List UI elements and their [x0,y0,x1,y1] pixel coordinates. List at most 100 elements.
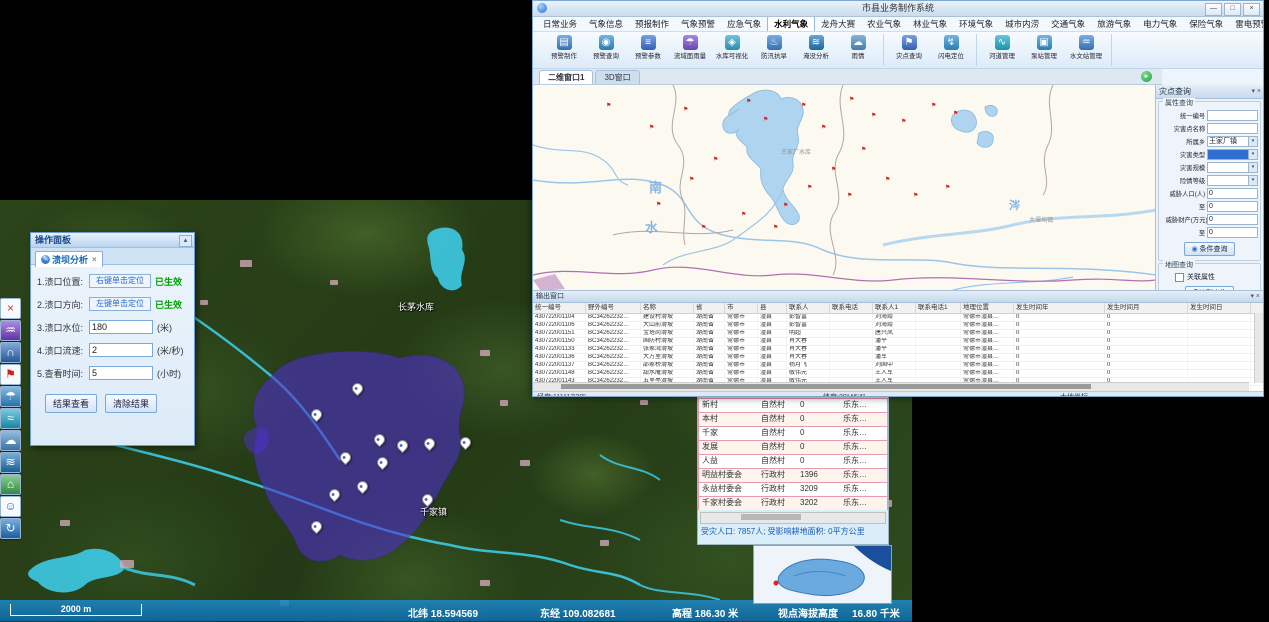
menu-item-气象预警[interactable]: 气象预警 [675,17,721,31]
village-stats-panel[interactable]: 受灾村庄 新村自然村0乐东…本村自然村0乐东…千家自然村0乐东…发展自然村0乐东… [697,385,889,545]
disaster-point-marker[interactable]: ⚑ [831,167,836,173]
toolbar-button-泵站管理[interactable]: ▣泵站管理 [1023,34,1065,66]
field-input-至[interactable]: 0 [1207,227,1258,238]
field-select-灾害类型[interactable]: ▾ [1207,149,1258,160]
field-input-威胁人口(人)[interactable]: 0 [1207,188,1258,199]
table-row[interactable]: 430722001136BC34262232…大方里滑坡湖南省常德市澧县肖大春潘… [533,354,1263,362]
disaster-point-marker[interactable]: ⚑ [773,225,778,231]
waves-icon[interactable]: ≋ [0,452,21,473]
water-drops-icon[interactable]: ≈ [0,408,21,429]
disaster-point-marker[interactable]: ⚑ [746,99,751,105]
tab-二维窗口1[interactable]: 二维窗口1 [539,70,593,84]
toolbar-button-预警查询[interactable]: ◉预警查询 [585,34,627,66]
field-select-所属乡[interactable]: 王家厂镇▾ [1207,136,1258,147]
overview-mini-map[interactable] [753,545,892,604]
disaster-point-marker[interactable]: ⚑ [606,103,611,109]
close-icon[interactable]: × [1257,88,1261,95]
menu-item-旅游气象[interactable]: 旅游气象 [1091,17,1137,31]
table-panel-header[interactable]: 输出窗口 ▾ × [533,291,1263,303]
table-row[interactable]: 430722001104BC34262232…建设村滑坡湖南省常德市澧县彭智富刘… [533,314,1263,322]
toolbar-button-雨情[interactable]: ☁雨情 [837,34,879,66]
toolbar-button-预警参数[interactable]: ≡预警参数 [627,34,669,66]
column-header-联系人[interactable]: 联系人 [787,303,830,313]
table-row[interactable]: 430722001137BC34262232…邵家桥滑坡湖南省常德市澧县杨月飞刘… [533,362,1263,370]
tab-3D窗口[interactable]: 3D窗口 [595,70,639,84]
menu-item-电力气象[interactable]: 电力气象 [1137,17,1183,31]
disaster-point-marker[interactable]: ⚑ [913,193,918,199]
column-header-县[interactable]: 县 [758,303,787,313]
tab-close-icon[interactable]: × [92,255,97,264]
menu-item-保险气象[interactable]: 保险气象 [1183,17,1229,31]
disaster-point-marker[interactable]: ⚑ [713,157,718,163]
village-row[interactable]: 永益村委会行政村3209乐东… [698,482,888,496]
minimize-button[interactable]: — [1205,3,1222,16]
village-row[interactable]: 千家村委会行政村3202乐东… [698,496,888,510]
menu-item-应急气象[interactable]: 应急气象 [721,17,767,31]
disaster-point-marker[interactable]: ⚑ [683,107,688,113]
operation-panel-dialog[interactable]: 操作面板 ▴ ✎ 溃坝分析 × 1.溃口位置:右键单击定位已生效2.溃口方向:左… [30,232,195,446]
column-header-市[interactable]: 市 [725,303,758,313]
table-row[interactable]: 430722001151BC34262232…宝塔岗滑坡湖南省常德市澧县明超唐兴… [533,330,1263,338]
dialog-button-结果查看[interactable]: 结果查看 [45,394,97,413]
map-refresh-button[interactable]: ▸ [1141,71,1152,82]
table-h-scrollbar[interactable] [533,382,1249,391]
dialog-titlebar[interactable]: 操作面板 ▴ [31,233,194,248]
disaster-point-marker[interactable]: ⚑ [801,103,806,109]
dialog-button-清除结果[interactable]: 清除结果 [105,394,157,413]
umbrella-icon[interactable]: ☂ [0,386,21,407]
village-row[interactable]: 千家自然村0乐东… [698,426,888,440]
pin-icon[interactable]: ▾ [1250,293,1254,300]
field-input-至[interactable]: 0 [1207,201,1258,212]
flood-rescue-icon[interactable]: ♒ [0,320,21,341]
village-h-scrollbar[interactable] [700,512,886,524]
tab-dam-break-analysis[interactable]: ✎ 溃坝分析 × [35,251,103,267]
menu-item-雷电预警[interactable]: 雷电预警 [1229,17,1264,31]
disaster-point-marker[interactable]: ⚑ [847,193,852,199]
panel-header[interactable]: 灾点查询 ▾ × [1156,85,1263,99]
disaster-point-marker[interactable]: ⚑ [871,113,876,119]
field-select-险情等级[interactable]: ▾ [1207,175,1258,186]
disaster-point-marker[interactable]: ⚑ [763,117,768,123]
toolbar-button-预警制作[interactable]: ▤预警制作 [543,34,585,66]
disaster-point-marker[interactable]: ⚑ [783,203,788,209]
maximize-button[interactable]: □ [1224,3,1241,16]
menu-item-水利气象[interactable]: 水利气象 [767,16,815,31]
toolbar-button-流域面雨量[interactable]: ☂流域面雨量 [669,34,711,66]
column-header-统一编号[interactable]: 统一编号 [533,303,586,313]
disaster-point-marker[interactable]: ⚑ [649,125,654,131]
menu-item-城市内涝[interactable]: 城市内涝 [999,17,1045,31]
village-row[interactable]: 新村自然村0乐东… [698,398,888,412]
village-row[interactable]: 发展自然村0乐东… [698,440,888,454]
column-header-发生时间日[interactable]: 发生时间日 [1188,303,1251,313]
locate-action-box[interactable]: 左键单击定位 [89,297,151,311]
value-input[interactable]: 2 [89,343,153,357]
locate-action-box[interactable]: 右键单击定位 [89,274,151,288]
menu-item-气象信息[interactable]: 气象信息 [583,17,629,31]
disaster-point-marker[interactable]: ⚑ [701,225,706,231]
gis-map-viewport[interactable]: ⚑⚑⚑⚑⚑⚑⚑⚑⚑⚑⚑⚑⚑⚑⚑⚑⚑⚑⚑⚑⚑⚑⚑⚑⚑⚑ 南水涔王家厂水库大堰垱镇 [533,85,1156,290]
disaster-point-marker[interactable]: ⚑ [931,103,936,109]
column-header-野外编号[interactable]: 野外编号 [586,303,641,313]
field-input-威胁财产(万元)[interactable]: 0 [1207,214,1258,225]
village-row[interactable]: 本村自然村0乐东… [698,412,888,426]
disaster-point-marker[interactable]: ⚑ [885,177,890,183]
table-row[interactable]: 430722001150BC34262232…国防村滑坡湖南省常德市澧县肖大春潘… [533,338,1263,346]
home-icon[interactable]: ⌂ [0,474,21,495]
menu-item-农业气象[interactable]: 农业气象 [861,17,907,31]
condition-query-button[interactable]: ◉ 条件查询 [1184,242,1234,256]
toolbar-button-淹没分析[interactable]: ≋淹没分析 [795,34,837,66]
disaster-point-marker[interactable]: ⚑ [689,177,694,183]
value-input[interactable]: 180 [89,320,153,334]
close-icon[interactable]: × [1256,293,1260,300]
window-titlebar[interactable]: 市县业务制作系统 —□× [533,1,1263,17]
flag-icon[interactable]: ⚑ [0,364,21,385]
column-header-联系电话[interactable]: 联系电话 [830,303,873,313]
menu-item-交通气象[interactable]: 交通气象 [1045,17,1091,31]
field-input-灾害点名称[interactable] [1207,123,1258,134]
disaster-point-marker[interactable]: ⚑ [849,97,854,103]
table-row[interactable]: 430722001133BC34262232…张家湾滑坡湖南省常德市澧县肖大春潘… [533,346,1263,354]
close-icon[interactable]: × [0,298,21,319]
field-select-灾害规模[interactable]: ▾ [1207,162,1258,173]
toolbar-button-防汛抗旱[interactable]: ♨防汛抗旱 [753,34,795,66]
user-icon[interactable]: ☺ [0,496,21,517]
